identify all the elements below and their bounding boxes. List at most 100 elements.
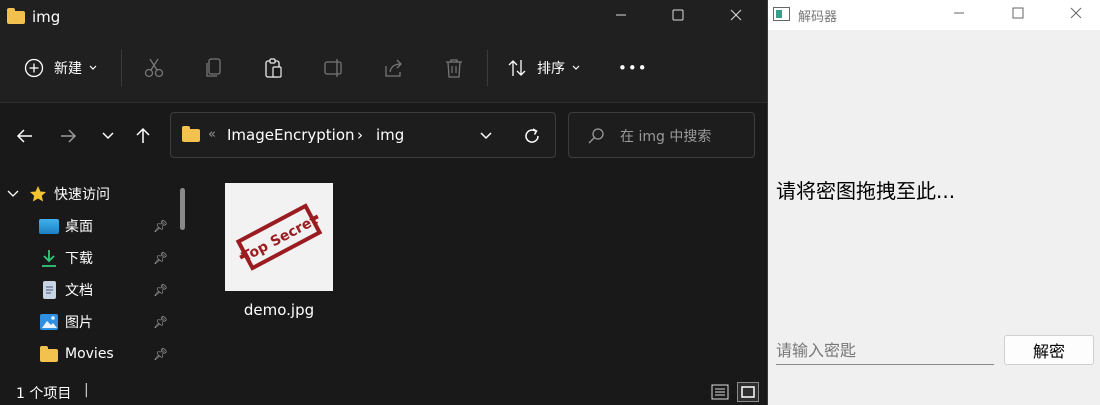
pin-icon[interactable]: 📌︎: [153, 315, 168, 329]
large-icons-view-icon: [741, 386, 755, 398]
close-icon: [730, 9, 742, 21]
download-icon: [42, 250, 56, 267]
nav-pane-scrollbar[interactable]: [180, 188, 185, 230]
pin-icon[interactable]: 📌︎: [153, 283, 168, 297]
refresh-icon[interactable]: [523, 127, 541, 145]
chevron-down-icon: [572, 65, 580, 70]
share-icon: [385, 59, 402, 77]
up-button[interactable]: [130, 123, 156, 149]
sidebar-item-label: 桌面: [65, 219, 93, 235]
pictures-icon: [40, 314, 58, 330]
sidebar-item-desktop[interactable]: 桌面 📌︎: [39, 212, 189, 240]
new-button[interactable]: 新建: [24, 53, 98, 83]
chevron-down-icon: [89, 65, 97, 70]
breadcrumb-img[interactable]: img: [376, 126, 404, 144]
sidebar-item-pictures[interactable]: 图片 📌︎: [39, 308, 189, 336]
close-icon: [1070, 7, 1082, 19]
pin-icon[interactable]: 📌︎: [153, 347, 168, 361]
arrow-up-icon: [136, 127, 150, 143]
maximize-button[interactable]: [995, 0, 1041, 30]
maximize-icon: [672, 9, 684, 21]
decrypt-button[interactable]: 解密: [1004, 335, 1094, 365]
minimize-button[interactable]: [598, 0, 644, 32]
sidebar-item-label: 图片: [65, 315, 93, 331]
status-divider: |: [84, 382, 89, 398]
star-icon: [30, 186, 46, 202]
arrow-left-icon: [16, 129, 32, 143]
recent-locations-button[interactable]: [95, 123, 121, 149]
folder-icon: [182, 126, 200, 142]
close-button[interactable]: [1053, 0, 1099, 30]
sidebar-item-movies[interactable]: Movies 📌︎: [39, 340, 189, 368]
overflow-crumb-icon[interactable]: «: [208, 127, 216, 142]
copy-button[interactable]: [202, 56, 226, 80]
status-bar: 1 个项目 |: [0, 378, 767, 405]
document-icon: [43, 281, 56, 299]
file-explorer-window: img 新建 排序 ••• « ImageEncryption › img 在 …: [0, 0, 768, 405]
item-count: 1 个项目: [16, 386, 72, 402]
close-button[interactable]: [713, 0, 759, 32]
search-placeholder: 在 img 中搜索: [620, 129, 712, 145]
navigation-bar: « ImageEncryption › img 在 img 中搜索: [0, 103, 767, 167]
window-title: 解码器: [798, 10, 838, 25]
trash-icon: [446, 59, 462, 78]
more-options-button[interactable]: •••: [618, 53, 648, 83]
decoder-titlebar[interactable]: 解码器: [768, 0, 1100, 30]
quick-access-label: 快速访问: [54, 187, 110, 203]
details-view-button[interactable]: [709, 382, 731, 402]
chevron-down-icon[interactable]: [479, 131, 493, 141]
chevron-down-icon: [102, 132, 114, 140]
top-secret-stamp-image: Top Secret: [235, 203, 323, 271]
rename-icon: [324, 59, 342, 77]
file-list: Top Secret demo.jpg: [196, 168, 767, 378]
arrow-right-icon: [61, 129, 77, 143]
rename-button[interactable]: [322, 56, 346, 80]
share-button[interactable]: [382, 56, 406, 80]
minimize-icon: [954, 12, 964, 14]
plus-circle-icon: [24, 58, 44, 78]
maximize-button[interactable]: [655, 0, 701, 32]
pin-icon[interactable]: 📌︎: [153, 251, 168, 265]
search-box[interactable]: 在 img 中搜索: [568, 112, 755, 158]
toolbar-divider: [487, 50, 488, 86]
toolbar-divider: [121, 50, 122, 86]
navigation-pane: 快速访问 桌面 📌︎ 下载 📌︎ 文档 📌︎ 图片 📌︎ Movies 📌︎: [0, 168, 196, 378]
pin-icon[interactable]: 📌︎: [153, 219, 168, 233]
new-label: 新建: [54, 61, 82, 77]
clipboard-icon: [265, 58, 282, 78]
sort-button[interactable]: 排序: [507, 53, 581, 83]
sidebar-item-documents[interactable]: 文档 📌︎: [39, 276, 189, 304]
details-view-icon: [711, 384, 729, 400]
maximize-icon: [1012, 7, 1024, 19]
cut-button[interactable]: [142, 56, 166, 80]
sidebar-item-label: Movies: [65, 346, 114, 362]
folder-icon: [7, 8, 25, 24]
file-name: demo.jpg: [243, 301, 315, 319]
delete-button[interactable]: [442, 56, 466, 80]
back-button[interactable]: [12, 123, 38, 149]
address-bar[interactable]: « ImageEncryption › img: [170, 112, 556, 158]
explorer-titlebar[interactable]: img: [0, 0, 767, 34]
sidebar-item-downloads[interactable]: 下载 📌︎: [39, 244, 189, 272]
minimize-button[interactable]: [936, 0, 982, 30]
search-icon: [588, 128, 604, 144]
window-title: img: [32, 8, 61, 26]
app-icon: [773, 7, 790, 21]
folder-icon: [39, 346, 59, 362]
password-input[interactable]: [776, 336, 994, 365]
sort-label: 排序: [537, 61, 565, 77]
desktop-icon: [39, 218, 59, 234]
breadcrumb-imageencryption[interactable]: ImageEncryption: [227, 126, 355, 144]
drop-zone-label[interactable]: 请将密图拖拽至此...: [776, 175, 955, 204]
decoder-window: 解码器 请将密图拖拽至此... 解密: [768, 0, 1100, 405]
sort-icon: [508, 60, 526, 76]
large-icons-view-button[interactable]: [737, 382, 759, 402]
breadcrumb-chevron-icon: ›: [357, 126, 363, 144]
copy-icon: [206, 58, 221, 77]
scissors-icon: [144, 58, 164, 78]
sidebar-item-label: 下载: [65, 251, 93, 267]
paste-button[interactable]: [262, 56, 286, 80]
quick-access-item[interactable]: 快速访问: [7, 180, 110, 208]
sidebar-item-label: 文档: [65, 283, 93, 299]
forward-button[interactable]: [55, 123, 81, 149]
